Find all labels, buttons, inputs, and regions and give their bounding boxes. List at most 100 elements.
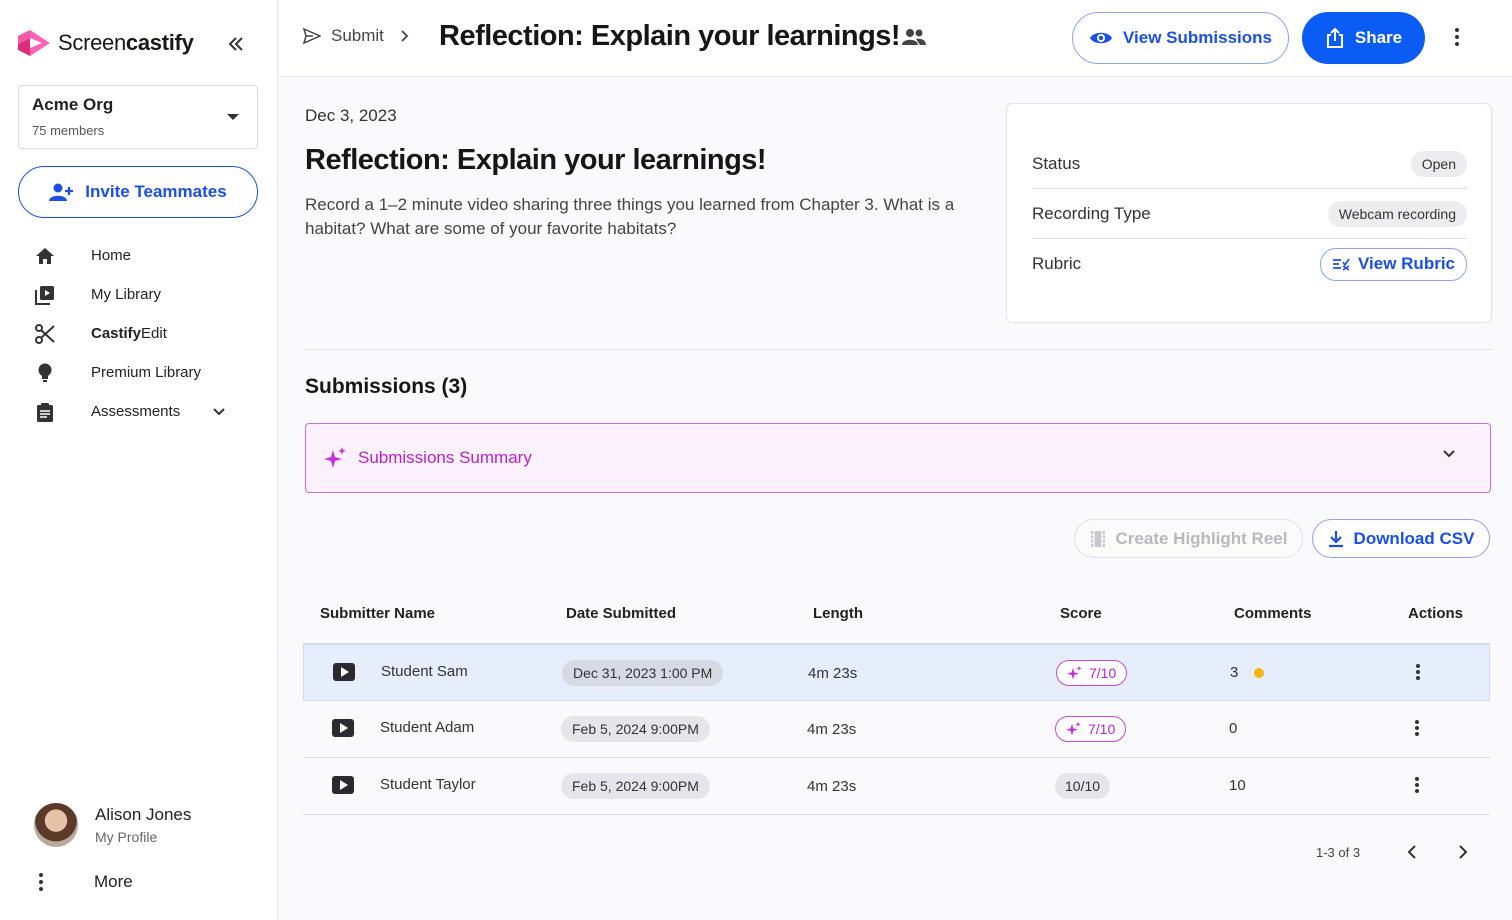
row-actions-icon[interactable] — [1414, 719, 1420, 737]
row-actions-icon[interactable] — [1415, 663, 1421, 681]
video-length: 4m 23s — [807, 721, 857, 738]
more-label: More — [94, 872, 133, 891]
view-submissions-label: View Submissions — [1123, 28, 1272, 47]
screencastify-logo[interactable]: Screencastify — [16, 28, 194, 58]
top-header: Submit Reflection: Explain your learning… — [279, 0, 1512, 77]
home-icon — [34, 245, 56, 267]
share-button[interactable]: Share — [1302, 12, 1425, 64]
column-header-length[interactable]: Length — [813, 605, 863, 622]
sparkle-icon — [324, 447, 346, 468]
submitter-name: Student Adam — [380, 719, 475, 736]
score-value: 7/10 — [1088, 721, 1116, 737]
rubric-label: Rubric — [1032, 254, 1082, 273]
recording-type-badge: Webcam recording — [1327, 200, 1467, 227]
sparkle-icon — [1066, 721, 1081, 736]
play-icon[interactable] — [333, 663, 355, 681]
chevron-left-icon[interactable] — [1402, 842, 1422, 862]
submitter-name: Student Sam — [381, 663, 468, 680]
table-row[interactable]: Student Sam Dec 31, 2023 1:00 PM 4m 23s … — [303, 644, 1490, 701]
add-user-icon — [49, 183, 74, 201]
status-label: Status — [1032, 153, 1081, 173]
caret-down-icon — [227, 114, 239, 120]
view-rubric-button[interactable]: View Rubric — [1320, 247, 1467, 281]
submissions-summary-label: Submissions Summary — [358, 448, 532, 467]
comment-count: 0 — [1229, 720, 1238, 737]
film-icon — [1090, 530, 1105, 547]
score-value: 10/10 — [1065, 778, 1101, 794]
download-csv-label: Download CSV — [1353, 528, 1475, 548]
create-highlight-reel-button[interactable]: Create Highlight Reel — [1074, 519, 1303, 558]
logo-text: Screencastify — [58, 30, 194, 55]
profile-subtitle: My Profile — [95, 829, 158, 845]
submitter-name: Student Taylor — [380, 776, 476, 793]
score-value: 7/10 — [1089, 665, 1117, 681]
comment-count: 3 — [1230, 664, 1239, 681]
sidebar-item-label: Home — [91, 247, 132, 264]
score-badge[interactable]: 10/10 — [1055, 773, 1111, 799]
sidebar-item-label: Assessments — [91, 403, 181, 420]
create-highlight-reel-label: Create Highlight Reel — [1115, 528, 1288, 548]
sidebar-item-premium-library[interactable]: Premium Library — [0, 353, 278, 392]
sidebar-item-castifyedit[interactable]: CastifyEdit — [0, 314, 278, 353]
sparkle-icon — [1067, 665, 1082, 680]
assignment-date: Dec 3, 2023 — [305, 106, 397, 125]
date-submitted: Feb 5, 2024 9:00PM — [561, 773, 710, 799]
breadcrumb-label: Submit — [331, 26, 384, 45]
profile-link[interactable]: Alison Jones My Profile — [34, 803, 191, 847]
column-header-actions: Actions — [1408, 605, 1464, 622]
org-name: Acme Org — [32, 95, 114, 114]
org-members: 75 members — [32, 123, 105, 138]
rubric-icon — [1333, 258, 1350, 271]
invite-teammates-label: Invite Teammates — [85, 182, 227, 201]
video-length: 4m 23s — [807, 778, 857, 795]
assignment-description: Record a 1–2 minute video sharing three … — [305, 195, 955, 238]
submissions-heading: Submissions (3) — [305, 375, 468, 398]
download-csv-button[interactable]: Download CSV — [1312, 519, 1490, 558]
pagination-range: 1-3 of 3 — [1316, 845, 1361, 860]
sidebar-item-my-library[interactable]: My Library — [0, 275, 278, 314]
profile-name: Alison Jones — [95, 805, 192, 824]
chevron-right-icon[interactable] — [1453, 842, 1473, 862]
column-header-submitter[interactable]: Submitter Name — [320, 605, 435, 622]
column-header-comments[interactable]: Comments — [1234, 605, 1312, 622]
sidebar-item-label: My Library — [91, 286, 162, 303]
comment-count: 10 — [1229, 777, 1246, 794]
more-vertical-icon[interactable] — [1454, 26, 1460, 48]
share-icon — [1326, 27, 1343, 48]
library-icon — [34, 284, 56, 306]
sidebar: Screencastify Acme Org 75 members Invite… — [0, 0, 278, 920]
view-submissions-button[interactable]: View Submissions — [1072, 12, 1289, 64]
column-header-score[interactable]: Score — [1060, 605, 1102, 622]
org-selector[interactable]: Acme Org 75 members — [18, 85, 258, 149]
sidebar-nav: Home My Library CastifyEdit Premium Libr… — [0, 236, 278, 431]
more-menu[interactable]: More — [38, 872, 133, 892]
sidebar-item-assessments[interactable]: Assessments — [0, 392, 278, 431]
sidebar-item-label: Premium Library — [91, 364, 202, 381]
clipboard-icon — [34, 401, 56, 423]
collapse-sidebar-icon[interactable] — [222, 30, 250, 58]
play-icon[interactable] — [332, 719, 354, 737]
share-label: Share — [1354, 28, 1403, 47]
table-row[interactable]: Student Adam Feb 5, 2024 9:00PM 4m 23s 7… — [303, 701, 1490, 758]
assignment-info-card: Status Open Recording Type Webcam record… — [1006, 103, 1492, 323]
lightbulb-icon — [34, 362, 56, 384]
play-icon[interactable] — [332, 776, 354, 794]
submissions-summary-panel[interactable]: Submissions Summary — [305, 423, 1491, 493]
table-row[interactable]: Student Taylor Feb 5, 2024 9:00PM 4m 23s… — [303, 758, 1490, 815]
unread-indicator — [1254, 668, 1264, 678]
breadcrumb[interactable]: Submit — [303, 26, 410, 46]
row-actions-icon[interactable] — [1414, 776, 1420, 794]
sidebar-item-home[interactable]: Home — [0, 236, 278, 275]
invite-teammates-button[interactable]: Invite Teammates — [18, 166, 258, 218]
score-badge[interactable]: 7/10 — [1056, 660, 1128, 686]
section-divider — [305, 349, 1492, 350]
status-row: Status Open — [1032, 139, 1467, 189]
chevron-down-icon[interactable] — [212, 407, 226, 417]
more-vertical-icon — [39, 873, 43, 891]
score-badge[interactable]: 7/10 — [1055, 716, 1127, 742]
avatar — [34, 803, 78, 847]
chevron-right-icon — [401, 30, 409, 42]
column-header-date[interactable]: Date Submitted — [566, 605, 676, 622]
scissors-icon — [34, 323, 56, 345]
screencastify-logo-icon — [18, 30, 50, 56]
